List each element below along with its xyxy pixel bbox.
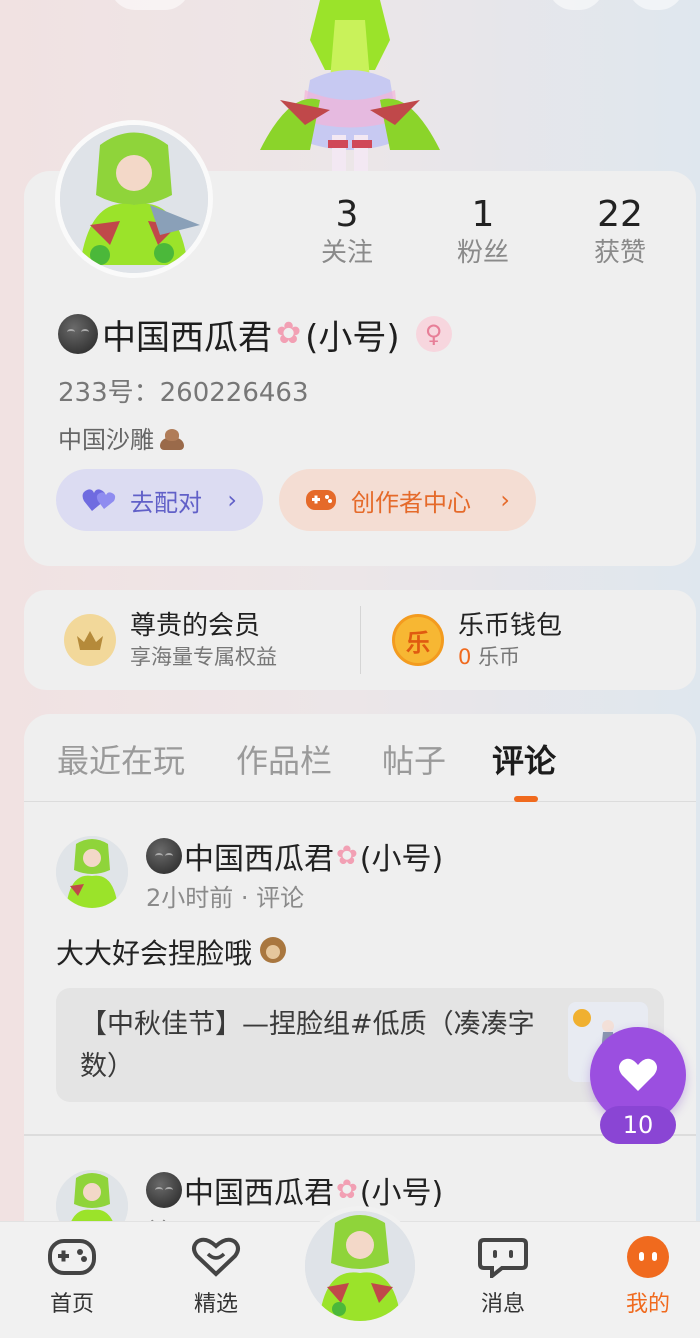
heart-icon	[192, 1237, 240, 1277]
post-avatar[interactable]	[56, 836, 128, 908]
heart-icon	[619, 1058, 657, 1091]
stat-fans-value: 1	[471, 194, 495, 235]
post-divider	[24, 1134, 696, 1136]
nav-center-avatar-button[interactable]	[300, 1206, 420, 1326]
avatar-character-image	[56, 836, 128, 908]
quoted-work-title: 【中秋佳节】—捏脸组#低质（凑凑字数）	[80, 1009, 535, 1082]
nav-mine[interactable]: 我的	[598, 1236, 698, 1318]
avatar-character-image	[305, 1211, 415, 1321]
female-icon: ♀	[415, 316, 452, 352]
creator-center-button[interactable]: 创作者中心 ›	[279, 469, 536, 531]
post-author-name: 中国西瓜君	[184, 842, 334, 877]
chevron-right-icon: ›	[500, 486, 510, 514]
nav-featured-label: 精选	[193, 1292, 238, 1317]
dark-face-emoji-icon	[58, 314, 98, 354]
post-author-suffix: (小号)	[359, 842, 444, 877]
post-text: 大大好会捏脸哦	[56, 937, 253, 970]
poop-emoji-icon	[158, 426, 186, 450]
chat-icon	[478, 1238, 528, 1281]
member-entry[interactable]: 尊贵的会员 享海量专属权益	[64, 590, 277, 690]
profile-icon	[627, 1236, 669, 1278]
nav-messages[interactable]: 消息	[453, 1236, 553, 1318]
dark-face-emoji-icon	[146, 838, 182, 874]
profile-bio: 中国沙雕	[58, 426, 154, 454]
wallet-amount: 0	[458, 645, 472, 669]
match-button-label: 去配对	[130, 488, 202, 517]
member-title: 尊贵的会员	[130, 611, 261, 641]
stat-following-value: 3	[335, 194, 359, 235]
post-author: 中国西瓜君 ✿ (小号)	[146, 834, 445, 878]
member-subtitle: 享海量专属权益	[130, 645, 277, 669]
coin-icon: 乐	[392, 614, 444, 666]
nav-home-label: 首页	[49, 1292, 94, 1317]
profile-name: 中国西瓜君	[102, 317, 272, 358]
nav-home[interactable]: 首页	[22, 1236, 122, 1318]
profile-avatar[interactable]	[55, 120, 213, 278]
member-wallet-card: 尊贵的会员 享海量专属权益 乐 乐币钱包 0 乐币	[24, 590, 696, 690]
top-right-button-1[interactable]	[548, 0, 604, 10]
crown-icon	[64, 614, 116, 666]
profile-bio-row: 中国沙雕	[58, 420, 186, 455]
bottom-navigation: 首页 精选 消息 我的	[0, 1206, 700, 1338]
profile-name-suffix: (小号)	[305, 317, 400, 358]
post-author: 中国西瓜君 ✿ (小号)	[146, 1168, 445, 1212]
cherry-blossom-icon: ✿	[276, 316, 302, 351]
active-tab-indicator	[514, 796, 538, 802]
stat-following[interactable]: 3 关注	[287, 195, 407, 271]
post-author-name: 中国西瓜君	[184, 1176, 334, 1211]
wallet-title: 乐币钱包	[458, 611, 563, 641]
post-author-suffix: (小号)	[359, 1176, 444, 1211]
stat-fans[interactable]: 1 粉丝	[423, 195, 543, 271]
tab-recent-play[interactable]: 最近在玩	[57, 736, 185, 782]
monkey-emoji-icon	[256, 935, 290, 969]
stat-likes[interactable]: 22 获赞	[560, 195, 680, 271]
wallet-balance: 0 乐币	[458, 643, 562, 671]
top-right-button-2[interactable]	[628, 0, 684, 10]
top-left-button[interactable]	[110, 0, 190, 10]
avatar-character-image	[60, 125, 208, 273]
profile-stats: 3 关注 1 粉丝 22 获赞	[280, 195, 690, 275]
creator-center-label: 创作者中心	[351, 488, 471, 517]
dark-face-emoji-icon	[146, 1172, 182, 1208]
wallet-unit: 乐币	[478, 645, 521, 669]
profile-id: 233号：260226463	[58, 378, 309, 408]
cherry-blossom-icon: ✿	[336, 1175, 358, 1205]
character-banner-image	[260, 0, 440, 172]
post-text-row: 大大好会捏脸哦	[56, 932, 290, 972]
gamepad-icon	[48, 1239, 96, 1275]
like-count: 10	[600, 1106, 676, 1144]
match-button[interactable]: 去配对 ›	[56, 469, 263, 531]
wallet-entry[interactable]: 乐 乐币钱包 0 乐币	[392, 590, 562, 690]
nav-center-avatar	[305, 1211, 415, 1321]
profile-name-row: 中国西瓜君 ✿ (小号) ♀	[58, 312, 452, 358]
tab-comments[interactable]: 评论	[492, 736, 556, 782]
stat-fans-label: 粉丝	[456, 238, 509, 268]
tab-posts[interactable]: 帖子	[382, 736, 446, 782]
nav-featured[interactable]: 精选	[166, 1236, 266, 1318]
chevron-right-icon: ›	[227, 486, 237, 514]
cherry-blossom-icon: ✿	[336, 841, 358, 871]
stat-likes-label: 获赞	[593, 238, 646, 268]
profile-tabs: 最近在玩 作品栏 帖子 评论	[24, 714, 696, 802]
nav-messages-label: 消息	[480, 1292, 525, 1317]
coin-glyph: 乐	[406, 628, 430, 657]
post-meta: 2小时前 · 评论	[146, 884, 305, 912]
nav-mine-label: 我的	[625, 1292, 670, 1317]
tab-works[interactable]: 作品栏	[236, 736, 332, 782]
stat-likes-value: 22	[597, 194, 643, 235]
quoted-work-card[interactable]: 【中秋佳节】—捏脸组#低质（凑凑字数）	[56, 988, 664, 1102]
stat-following-label: 关注	[320, 238, 373, 268]
vip-divider	[360, 606, 361, 674]
gamepad-icon	[305, 488, 337, 512]
hearts-icon	[82, 487, 116, 513]
